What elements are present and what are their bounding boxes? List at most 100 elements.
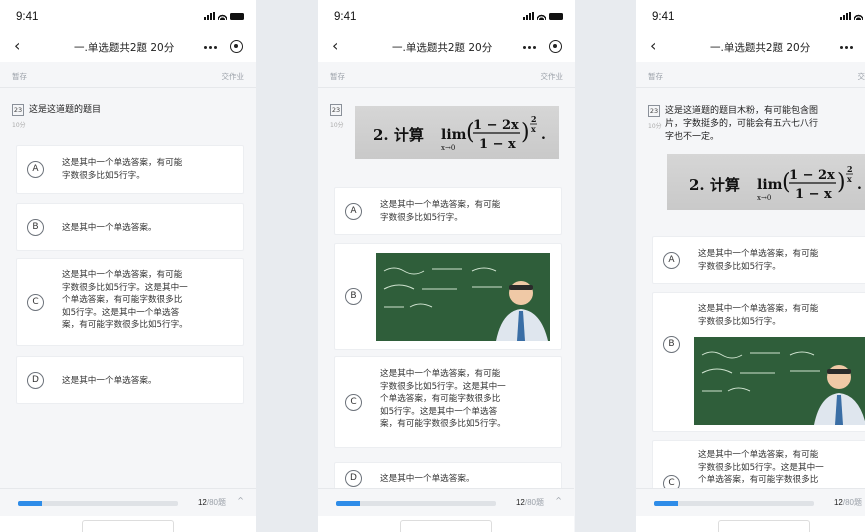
- option-line: 个单选答案，有可能字数很多比: [380, 394, 501, 404]
- option-line: 这是其中一个单选答案。: [62, 223, 157, 233]
- option-b[interactable]: B 这是其中一个单选答案，有可能 字数很多比如5行字。: [652, 292, 865, 432]
- formula-exp-num: 2: [847, 164, 853, 174]
- back-button[interactable]: ‹: [14, 37, 20, 55]
- formula-den: 1 − x: [479, 137, 516, 152]
- chevron-up-icon[interactable]: ^: [237, 496, 244, 505]
- bottom-handle: [400, 520, 492, 532]
- option-line: 个单选答案，有可能字数很多比: [698, 475, 819, 485]
- question-score: 10分: [12, 122, 26, 129]
- progress-track: [654, 501, 814, 506]
- submit-homework-button[interactable]: 交作业: [222, 71, 245, 82]
- option-line: 字数很多比如5行字。: [698, 261, 781, 272]
- option-letter: C: [345, 394, 362, 411]
- question-number: 23: [648, 105, 660, 117]
- option-line: 字数很多比如5行字。: [380, 212, 463, 223]
- question-header: 23 这是这道题的题目 10分: [12, 104, 242, 129]
- wifi-icon: [537, 13, 546, 20]
- question-line: 片，字数挺多的，可能会有五六七八行: [665, 119, 819, 129]
- option-text: 这是其中一个单选答案，有可能 字数很多比如5行字。: [698, 248, 865, 273]
- chalk-formula-strokes: [383, 267, 502, 308]
- option-line: 字数很多比如5行字。这是其中一: [698, 462, 824, 473]
- option-a[interactable]: A 这是其中一个单选答案，有可能 字数很多比如5行字。: [16, 145, 244, 194]
- target-icon[interactable]: [549, 40, 562, 53]
- formula-exp-den: x: [847, 174, 852, 184]
- progress-total: /80题: [206, 498, 226, 507]
- formula-prefix: 2. 计算: [373, 126, 424, 144]
- nav-bar: ‹ 一.单选题共2题 20分: [318, 34, 575, 62]
- option-c[interactable]: C 这是其中一个单选答案，有可能 字数很多比如5行字。这是其中一 个单选答案，有…: [16, 258, 244, 346]
- status-time: 9:41: [334, 11, 357, 23]
- target-icon[interactable]: [230, 40, 243, 53]
- teacher-head: [509, 281, 533, 305]
- progress-fill: [336, 501, 360, 506]
- formula-sub: x→0: [441, 144, 455, 152]
- formula-num: 1 − 2x: [473, 118, 519, 133]
- save-draft-button[interactable]: 暂存: [648, 71, 663, 82]
- question-text: 这是这道题的题目: [29, 105, 102, 115]
- progress-fill: [654, 501, 678, 506]
- formula-exp-den: x: [531, 124, 536, 134]
- page-title: 一.单选题共2题 20分: [74, 42, 175, 54]
- status-time: 9:41: [652, 11, 675, 23]
- system-icons: [523, 12, 563, 20]
- phone-screen-3: 9:41 ‹ 一.单选题共2题 20分 暂存 交作业 23 10分 这是这道题的…: [636, 0, 865, 532]
- page-title: 一.单选题共2题 20分: [392, 42, 493, 54]
- more-dots-icon[interactable]: [204, 44, 218, 50]
- formula-paren-close: ): [837, 170, 846, 195]
- progress-total: /80题: [524, 498, 544, 507]
- more-dots-icon[interactable]: [523, 44, 537, 50]
- signal-icon: [523, 12, 534, 20]
- nav-bar: ‹ 一.单选题共2题 20分: [636, 34, 865, 62]
- option-line: 字数很多比如5行字。: [62, 170, 145, 181]
- back-button[interactable]: ‹: [650, 37, 656, 55]
- option-line: 这是其中一个单选答案，有可能: [698, 450, 819, 460]
- save-draft-button[interactable]: 暂存: [12, 71, 27, 82]
- teacher-glasses: [509, 285, 533, 290]
- progress-bar[interactable]: 12/80题 ^: [318, 488, 574, 515]
- option-text: 这是其中一个单选答案，有可能 字数很多比如5行字。: [62, 157, 235, 182]
- page-title: 一.单选题共2题 20分: [710, 42, 811, 54]
- option-text: 这是其中一个单选答案，有可能 字数很多比如5行字。这是其中一 个单选答案，有可能…: [698, 449, 865, 487]
- action-toolbar: 暂存 交作业: [0, 62, 256, 88]
- option-a[interactable]: A 这是其中一个单选答案，有可能 字数很多比如5行字。: [652, 236, 865, 284]
- option-line: 这是其中一个单选答案，有可能: [698, 249, 819, 259]
- back-button[interactable]: ‹: [332, 37, 338, 55]
- option-text: 这是其中一个单选答案。: [62, 375, 235, 388]
- formula-svg: 2. 计算 lim x→0 ( 1 − 2x 1 − x ) 2 x .: [689, 164, 862, 202]
- progress-bar[interactable]: 12/80题 ^: [636, 488, 865, 515]
- formula-num: 1 − 2x: [789, 168, 835, 183]
- more-dots-icon[interactable]: [840, 44, 854, 50]
- option-a[interactable]: A 这是其中一个单选答案，有可能 字数很多比如5行字。: [334, 187, 562, 235]
- submit-homework-button[interactable]: 交作业: [541, 71, 564, 82]
- save-draft-button[interactable]: 暂存: [330, 71, 345, 82]
- formula-sub: x→0: [757, 194, 771, 202]
- option-c[interactable]: C 这是其中一个单选答案，有可能 字数很多比如5行字。这是其中一 个单选答案，有…: [334, 356, 562, 448]
- chevron-up-icon[interactable]: ^: [555, 496, 562, 505]
- question-line: 字也不一定。: [665, 132, 720, 142]
- option-line: 这是其中一个单选答案。: [380, 474, 475, 484]
- option-letter: A: [345, 203, 362, 220]
- progress-bar[interactable]: 12/80题 ^: [0, 488, 256, 515]
- progress-total: /80题: [842, 498, 862, 507]
- action-toolbar: 暂存 交作业: [636, 62, 865, 88]
- option-letter: B: [27, 219, 44, 236]
- question-score: 10分: [330, 122, 344, 129]
- teacher-glasses: [827, 369, 851, 374]
- signal-icon: [204, 12, 215, 20]
- option-text: 这是其中一个单选答案。: [380, 473, 553, 486]
- option-b[interactable]: B 这是其中一个单选答案。: [16, 203, 244, 251]
- bottom-handle: [718, 520, 810, 532]
- progress-count: 12/80题: [834, 497, 862, 508]
- submit-homework-button[interactable]: 交作业: [858, 71, 865, 82]
- question-number: 23: [12, 104, 24, 116]
- question-number: 23: [330, 104, 342, 116]
- option-d[interactable]: D 这是其中一个单选答案。: [16, 356, 244, 404]
- formula-period: .: [857, 177, 862, 193]
- option-text: 这是其中一个单选答案，有可能 字数很多比如5行字。这是其中一 个单选答案，有可能…: [380, 368, 553, 431]
- option-letter: A: [663, 252, 680, 269]
- battery-icon: [549, 13, 563, 20]
- option-b[interactable]: B: [334, 243, 562, 350]
- progress-track: [18, 501, 178, 506]
- progress-count: 12/80题: [198, 497, 226, 508]
- option-line: 案，有可能字数很多比如5行字。: [62, 320, 188, 330]
